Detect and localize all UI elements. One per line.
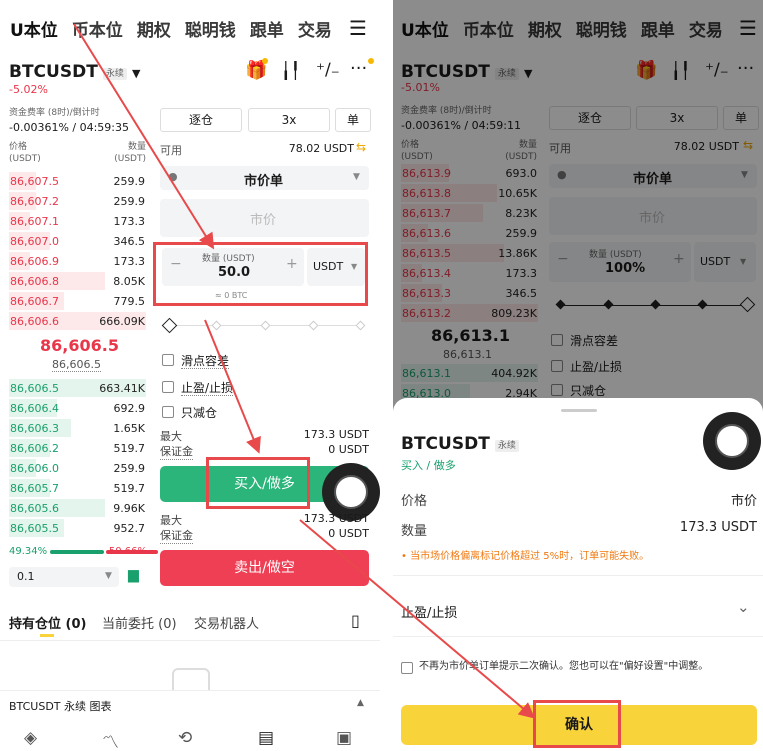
arrow-to-quantity (73, 23, 215, 250)
annotation-arrows (73, 23, 536, 719)
arrow-to-buy (204, 319, 261, 454)
arrow-to-confirm (299, 519, 536, 719)
